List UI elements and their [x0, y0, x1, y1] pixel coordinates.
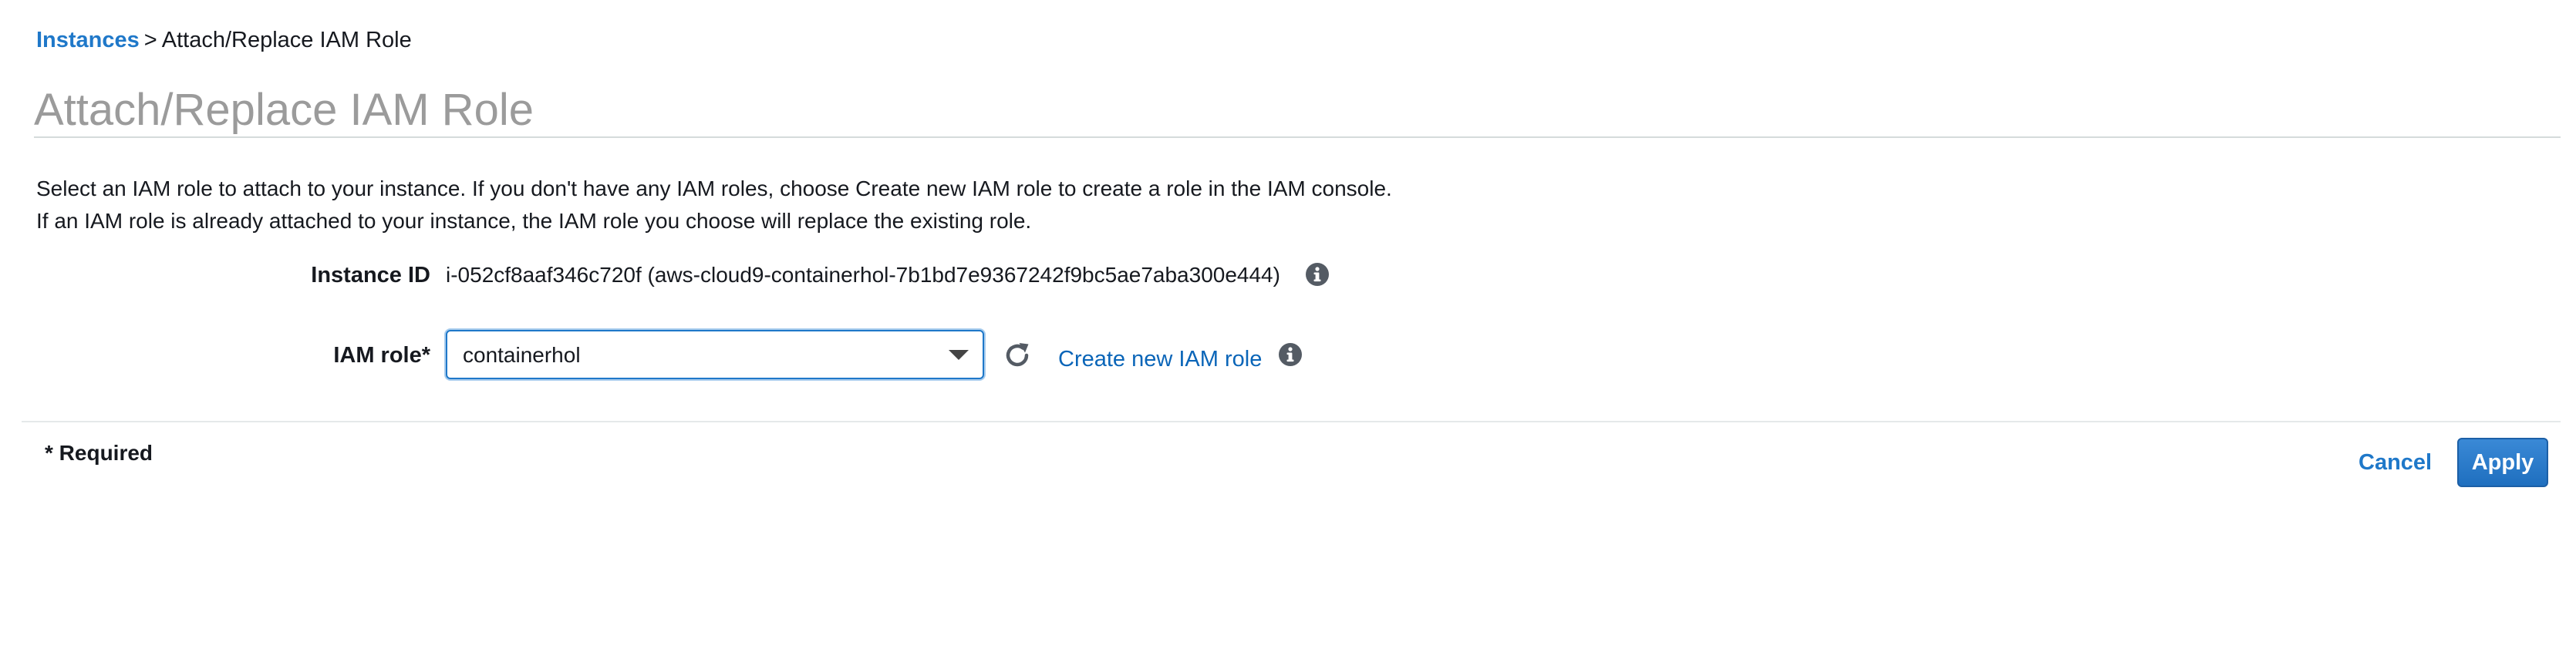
info-icon[interactable] [1278, 342, 1303, 367]
description-line-2: If an IAM role is already attached to yo… [36, 209, 1032, 233]
breadcrumb-current: Attach/Replace IAM Role [161, 28, 412, 52]
cancel-button[interactable]: Cancel [2359, 449, 2432, 476]
iam-role-label: IAM role* [333, 343, 430, 368]
create-new-iam-role-link[interactable]: Create new IAM role [1058, 345, 1262, 373]
required-note: * Required [45, 441, 153, 465]
iam-role-select[interactable]: containerhol [446, 330, 984, 379]
instance-id-value: i-052cf8aaf346c720f (aws-cloud9-containe… [446, 263, 1280, 287]
refresh-icon[interactable] [1003, 341, 1032, 370]
page-description: Select an IAM role to attach to your ins… [36, 173, 1392, 237]
page-title: Attach/Replace IAM Role [34, 85, 534, 135]
iam-role-selected-value: containerhol [463, 343, 581, 367]
breadcrumb-separator: > [143, 28, 157, 52]
title-divider [34, 136, 2561, 138]
apply-button[interactable]: Apply [2457, 438, 2548, 487]
info-icon[interactable] [1305, 262, 1330, 287]
chevron-down-icon [949, 350, 969, 360]
description-line-1: Select an IAM role to attach to your ins… [36, 177, 1392, 200]
breadcrumb-link-instances[interactable]: Instances [36, 28, 140, 52]
footer-divider [22, 421, 2561, 422]
instance-id-label: Instance ID [311, 263, 430, 288]
breadcrumb: Instances > Attach/Replace IAM Role [36, 26, 412, 54]
